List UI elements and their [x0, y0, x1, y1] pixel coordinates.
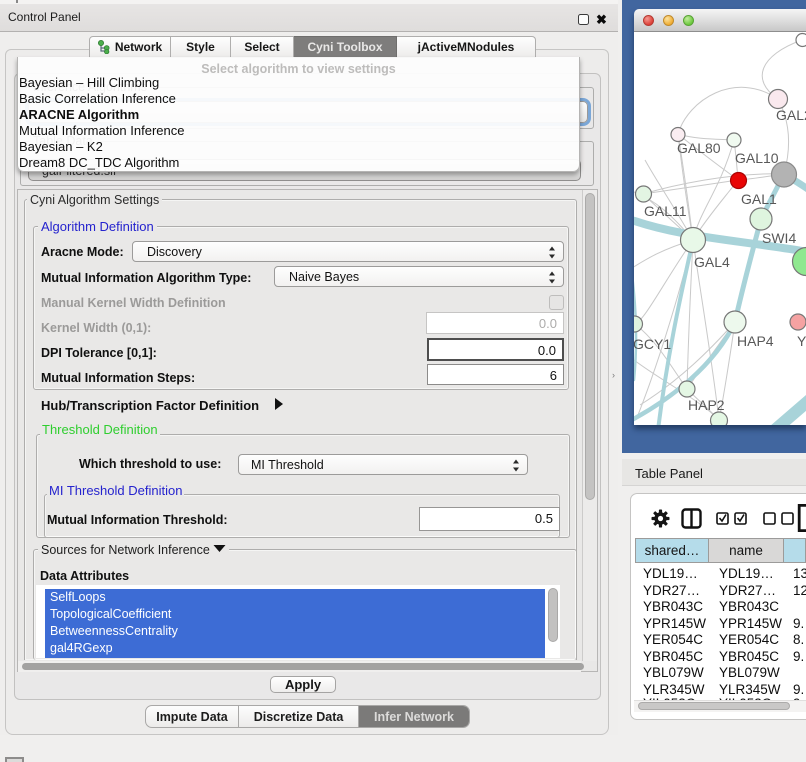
svg-text:HAP2: HAP2 — [688, 397, 725, 413]
svg-text:GAL80: GAL80 — [677, 140, 721, 156]
svg-text:Y: Y — [797, 333, 806, 349]
svg-text:GCY1: GCY1 — [634, 336, 671, 352]
svg-text:GAL11: GAL11 — [644, 203, 687, 219]
svg-text:GAL4: GAL4 — [694, 254, 730, 270]
svg-text:GAL1: GAL1 — [741, 191, 777, 207]
svg-text:GAL10: GAL10 — [735, 150, 779, 166]
svg-text:HAP4: HAP4 — [737, 333, 774, 349]
svg-text:SWI4: SWI4 — [762, 230, 796, 246]
svg-text:GAL2: GAL2 — [776, 107, 806, 123]
